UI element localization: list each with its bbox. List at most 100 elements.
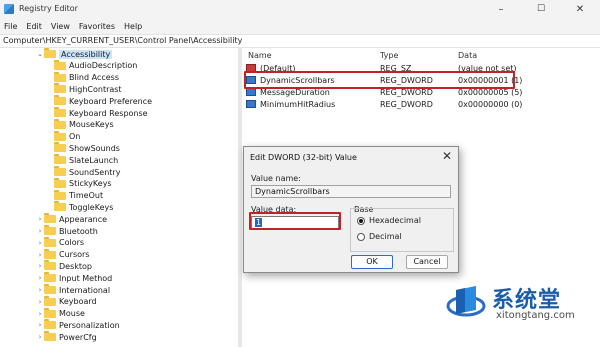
folder-icon xyxy=(44,236,56,247)
highlight-box xyxy=(244,71,515,89)
folder-icon xyxy=(44,225,56,235)
menu-view[interactable]: View xyxy=(51,22,70,31)
address-bar[interactable]: Computer\HKEY_CURRENT_USER\Control Panel… xyxy=(0,34,600,48)
tree-item-child[interactable]: Blind Access xyxy=(46,71,120,84)
ok-button[interactable]: OK xyxy=(351,255,393,269)
tree-item-sibling[interactable]: › Desktop xyxy=(36,260,92,272)
folder-icon xyxy=(54,71,66,82)
tree-item-child[interactable]: HighContrast xyxy=(46,83,122,95)
tree-item-accessibility[interactable]: ⌄ Accessibility xyxy=(36,48,113,60)
folder-icon xyxy=(54,83,66,94)
chevron-right-icon[interactable]: › xyxy=(36,274,44,282)
chevron-right-icon[interactable]: › xyxy=(36,251,44,259)
menu-bar: File Edit View Favorites Help xyxy=(0,18,600,34)
folder-icon xyxy=(44,248,56,259)
tree-item-sibling[interactable]: › Bluetooth xyxy=(36,225,98,237)
menu-file[interactable]: File xyxy=(4,22,17,31)
tree-item-sibling[interactable]: › Colors xyxy=(36,236,84,249)
value-row-messageduration[interactable]: MessageDuration REG_DWORD 0x00000005 (5) xyxy=(244,88,598,99)
folder-icon xyxy=(44,272,56,283)
dword-value-icon xyxy=(246,100,256,108)
tree-item-sibling[interactable]: › Keyboard xyxy=(36,295,97,308)
chevron-right-icon[interactable]: › xyxy=(36,262,44,270)
menu-favorites[interactable]: Favorites xyxy=(79,22,115,31)
tree-item-label: Bluetooth xyxy=(59,226,98,236)
tree-item-label: Personalization xyxy=(59,320,120,330)
folder-icon xyxy=(44,213,56,224)
maximize-button[interactable]: ☐ xyxy=(521,0,561,18)
tree-item-label: Blind Access xyxy=(69,73,120,83)
tree-item-child[interactable]: ToggleKeys xyxy=(46,201,113,213)
column-header-type[interactable]: Type xyxy=(380,51,398,60)
chevron-right-icon[interactable]: › xyxy=(36,333,44,341)
close-button[interactable]: ✕ xyxy=(560,0,600,18)
value-row-minimumhitradius[interactable]: MinimumHitRadius REG_DWORD 0x00000000 (0… xyxy=(244,100,598,111)
hexadecimal-radio[interactable] xyxy=(357,217,365,225)
menu-help[interactable]: Help xyxy=(124,22,142,31)
dword-value-icon xyxy=(246,88,256,96)
tree-item-label: SoundSentry xyxy=(69,167,121,177)
folder-icon xyxy=(54,59,66,70)
dialog-close-icon[interactable]: ✕ xyxy=(442,149,452,163)
chevron-right-icon[interactable]: › xyxy=(36,239,44,247)
folder-icon xyxy=(54,142,66,153)
cancel-button[interactable]: Cancel xyxy=(406,255,448,269)
tree-item-sibling[interactable]: › Input Method xyxy=(36,272,112,284)
value-data: 0x00000000 (0) xyxy=(458,100,523,109)
minimize-button[interactable]: – xyxy=(481,0,521,18)
tree-item-sibling[interactable]: › Mouse xyxy=(36,307,85,320)
tree-item-child[interactable]: MouseKeys xyxy=(46,118,114,131)
folder-icon xyxy=(44,284,56,294)
tree-item-sibling[interactable]: › Personalization xyxy=(36,319,120,331)
value-name: MessageDuration xyxy=(260,88,330,97)
folder-icon xyxy=(44,307,56,318)
tree-item-label: MouseKeys xyxy=(69,120,114,130)
tree-item-label: International xyxy=(59,285,111,295)
tree-item-sibling[interactable]: › Appearance xyxy=(36,213,107,225)
hexadecimal-label[interactable]: Hexadecimal xyxy=(369,216,421,225)
watermark-logo-icon xyxy=(446,286,486,317)
column-header-data[interactable]: Data xyxy=(458,51,477,60)
chevron-down-icon[interactable]: ⌄ xyxy=(36,50,44,58)
tree-item-sibling[interactable]: › Cursors xyxy=(36,248,90,261)
folder-icon xyxy=(44,319,56,330)
tree-item-label: AudioDescription xyxy=(69,61,138,71)
tree-item-child[interactable]: TimeOut xyxy=(46,189,104,202)
tree-item-child[interactable]: SlateLaunch xyxy=(46,154,118,166)
key-tree[interactable]: ⌄ Accessibility AudioDescription Blind Ac… xyxy=(0,48,238,347)
tree-item-child[interactable]: SoundSentry xyxy=(46,166,120,178)
value-name-field[interactable] xyxy=(251,185,451,198)
tree-item-child[interactable]: On xyxy=(46,130,80,143)
chevron-right-icon[interactable]: › xyxy=(36,310,44,318)
menu-edit[interactable]: Edit xyxy=(26,22,42,31)
registry-editor-icon xyxy=(4,4,14,14)
value-name-label: Value name: xyxy=(251,174,301,183)
chevron-right-icon[interactable]: › xyxy=(36,215,44,223)
column-header-name[interactable]: Name xyxy=(248,51,272,60)
folder-open-icon xyxy=(44,48,56,58)
chevron-right-icon[interactable]: › xyxy=(36,286,44,294)
tree-item-sibling[interactable]: › International xyxy=(36,284,110,296)
tree-item-child[interactable]: AudioDescription xyxy=(46,59,138,72)
tree-item-sibling[interactable]: › PowerCfg xyxy=(36,331,97,343)
tree-item-child[interactable]: ShowSounds xyxy=(46,142,120,154)
tree-item-label: Keyboard Response xyxy=(69,108,148,118)
tree-item-child[interactable]: StickyKeys xyxy=(46,177,112,190)
tree-item-label: Appearance xyxy=(59,214,108,224)
tree-item-label: ToggleKeys xyxy=(69,202,114,212)
chevron-right-icon[interactable]: › xyxy=(36,321,44,329)
chevron-right-icon[interactable]: › xyxy=(36,298,44,306)
tree-item-label: TimeOut xyxy=(69,191,104,201)
tree-item-label: SlateLaunch xyxy=(69,155,119,165)
tree-item-child[interactable]: Keyboard Response xyxy=(46,107,148,119)
folder-icon xyxy=(54,189,66,200)
folder-icon xyxy=(54,107,66,117)
folder-icon xyxy=(44,331,56,342)
decimal-radio[interactable] xyxy=(357,233,365,241)
tree-item-label: HighContrast xyxy=(69,84,122,94)
dialog-title: Edit DWORD (32-bit) Value xyxy=(250,153,357,162)
tree-item-label: Cursors xyxy=(59,250,90,260)
tree-item-child[interactable]: Keyboard Preference xyxy=(46,95,152,107)
decimal-label[interactable]: Decimal xyxy=(369,232,402,241)
chevron-right-icon[interactable]: › xyxy=(36,227,44,235)
